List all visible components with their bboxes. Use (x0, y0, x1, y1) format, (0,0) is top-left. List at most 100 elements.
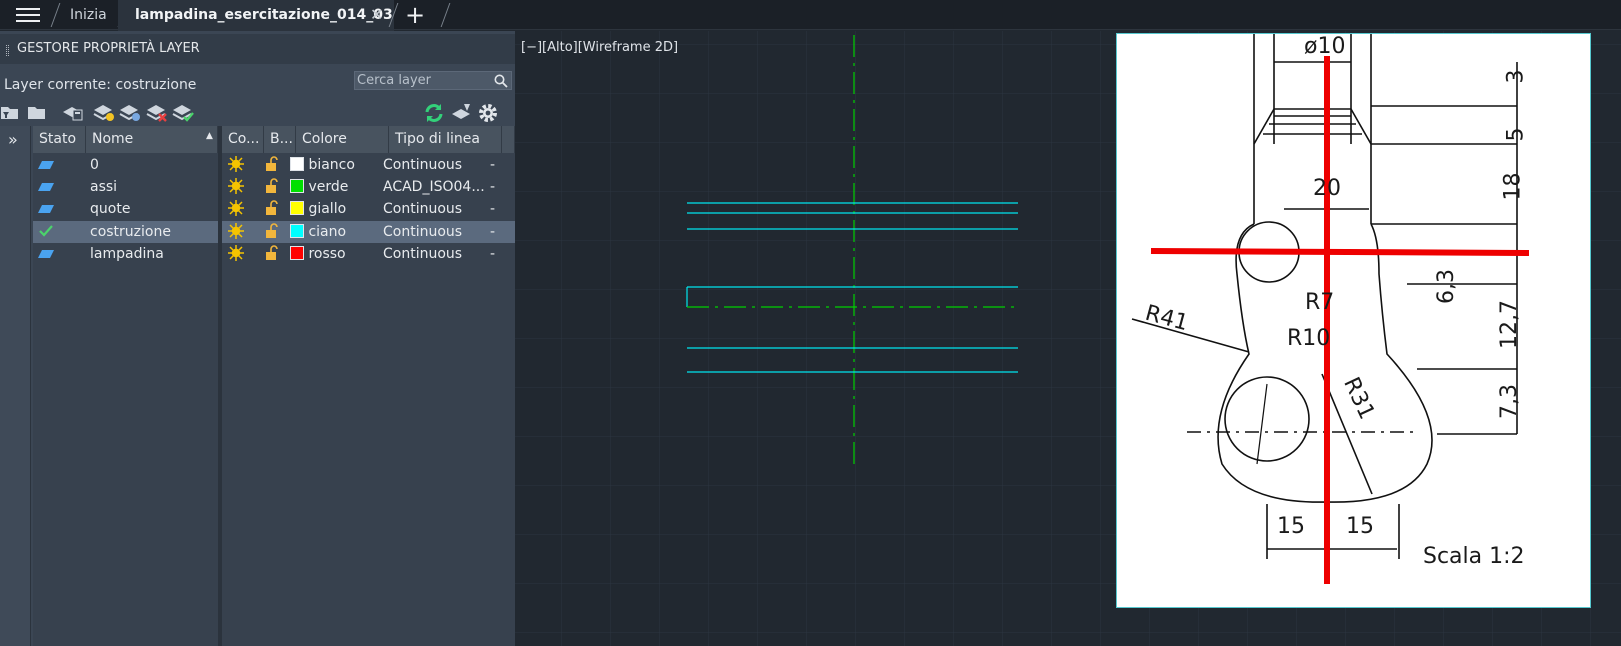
layer-color[interactable]: verde (290, 179, 348, 195)
dim-label: R7 (1305, 290, 1335, 315)
color-name: rosso (308, 246, 346, 262)
layer-status-icon (38, 250, 54, 258)
column-header-on[interactable]: Co... (222, 126, 264, 153)
layer-properties-row[interactable]: rosso Continuous - (222, 243, 515, 265)
layer-status-icon (38, 205, 54, 213)
column-header-colore[interactable]: Colore (296, 126, 389, 153)
search-icon[interactable] (494, 74, 508, 88)
layer-toolbar (0, 100, 515, 126)
new-layer-vp-frozen-icon[interactable] (119, 102, 141, 122)
layer-row[interactable]: quote (33, 198, 218, 220)
layer-row[interactable]: 0 (33, 154, 218, 176)
layer-color[interactable]: rosso (290, 246, 346, 262)
color-name: giallo (308, 201, 347, 217)
more-columns-indicator: - (490, 224, 496, 240)
dim-label: 18 (1500, 172, 1526, 201)
refresh-icon[interactable] (423, 102, 445, 124)
tab-bar: Inizia lampadina_esercitazione_014_03 ✕ … (0, 0, 1621, 31)
unlock-icon[interactable] (265, 156, 279, 172)
layer-on-sun-icon[interactable] (228, 245, 244, 261)
dim-label: 15 (1346, 514, 1374, 539)
layer-name: quote (90, 201, 131, 217)
more-columns-indicator: - (490, 179, 496, 195)
color-swatch (290, 224, 304, 238)
color-swatch (290, 246, 304, 260)
new-layer-icon[interactable] (93, 102, 115, 122)
layer-row[interactable]: costruzione (33, 221, 218, 243)
linetype[interactable]: Continuous (383, 157, 462, 173)
delete-layer-icon[interactable] (146, 102, 168, 122)
layer-row[interactable]: lampadina (33, 243, 218, 265)
color-name: bianco (308, 157, 355, 173)
unlock-icon[interactable] (265, 200, 279, 216)
linetype[interactable]: Continuous (383, 224, 462, 240)
unlock-icon[interactable] (265, 178, 279, 194)
linetype[interactable]: ACAD_ISO04... (383, 179, 485, 195)
layer-color[interactable]: giallo (290, 201, 346, 217)
current-layer-label: Layer corrente: costruzione (4, 77, 197, 93)
layer-settings-icon[interactable] (450, 102, 472, 124)
layer-properties-panel: GESTORE PROPRIETÀ LAYER Layer corrente: … (0, 31, 515, 646)
column-header-nome[interactable]: Nome ▲ (86, 126, 218, 153)
close-tab-icon[interactable]: ✕ (370, 5, 383, 24)
unlock-icon[interactable] (265, 223, 279, 239)
layer-color[interactable]: ciano (290, 224, 346, 240)
column-header-nome-label: Nome (92, 131, 134, 147)
tab-inizia[interactable]: Inizia (70, 7, 107, 23)
column-header-stato[interactable]: Stato (33, 126, 86, 153)
panel-grip-icon[interactable] (6, 45, 9, 56)
linetype[interactable]: Continuous (383, 246, 462, 262)
color-swatch (290, 179, 304, 193)
layer-on-sun-icon[interactable] (228, 223, 244, 239)
column-header-tipo-linea[interactable]: Tipo di linea (389, 126, 502, 153)
dim-label: 5 (1503, 127, 1529, 142)
linetype[interactable]: Continuous (383, 201, 462, 217)
more-columns-indicator: - (490, 157, 496, 173)
tab-active-drawing[interactable]: lampadina_esercitazione_014_03 ✕ (118, 0, 394, 31)
layer-color[interactable]: bianco (290, 157, 355, 173)
layer-row[interactable]: assi (33, 176, 218, 198)
reference-image[interactable]: ø10 3 5 18 20 R7 6,3 12,7 R41 R10 R31 7,… (1116, 33, 1591, 608)
layer-properties-row[interactable]: verde ACAD_ISO04... - (222, 176, 515, 198)
layer-list-area: » Stato Nome ▲ 0 assi quote costruzione lamp… (0, 126, 515, 646)
color-name: ciano (308, 224, 347, 240)
layer-on-sun-icon[interactable] (228, 156, 244, 172)
search-layer-input[interactable]: Cerca layer (354, 71, 512, 90)
new-group-filter-icon[interactable] (27, 102, 47, 122)
new-property-filter-icon[interactable] (0, 102, 20, 122)
layer-name: lampadina (90, 246, 164, 262)
dim-label: 6,3 (1434, 269, 1459, 304)
dim-label: 20 (1313, 176, 1341, 201)
current-layer-check-icon (39, 225, 53, 237)
color-swatch (290, 157, 304, 171)
expand-filters-icon[interactable]: » (8, 130, 18, 149)
layer-on-sun-icon[interactable] (228, 200, 244, 216)
layer-name: costruzione (90, 224, 171, 240)
red-horizontal-line (1150, 248, 1530, 256)
layer-names-pane: Stato Nome ▲ 0 assi quote costruzione lampad… (33, 126, 218, 646)
column-header-lock[interactable]: B... (264, 126, 296, 153)
layer-properties-row[interactable]: ciano Continuous - (222, 221, 515, 243)
viewport-controls-label[interactable]: [−][Alto][Wireframe 2D] (521, 40, 678, 55)
layer-on-sun-icon[interactable] (228, 178, 244, 194)
color-swatch (290, 201, 304, 215)
tab-separator (440, 3, 451, 27)
set-current-layer-icon[interactable] (172, 102, 194, 122)
layer-states-manager-icon[interactable] (62, 102, 84, 122)
panel-title-bar[interactable]: GESTORE PROPRIETÀ LAYER (0, 34, 515, 64)
dim-label: 7,3 (1497, 384, 1522, 419)
dim-label: 12,7 (1496, 300, 1522, 349)
gear-icon[interactable] (477, 102, 499, 124)
filter-tree-strip: » (0, 126, 31, 646)
dim-label: 15 (1277, 514, 1305, 539)
dim-label: R10 (1287, 326, 1331, 351)
layer-properties-row[interactable]: bianco Continuous - (222, 154, 515, 176)
layer-properties-row[interactable]: giallo Continuous - (222, 198, 515, 220)
new-tab-icon[interactable]: + (405, 1, 425, 29)
dim-label: 3 (1503, 69, 1529, 84)
column-header-more[interactable] (502, 126, 515, 153)
unlock-icon[interactable] (265, 245, 279, 261)
hamburger-menu-icon[interactable] (16, 5, 40, 25)
more-columns-indicator: - (490, 201, 496, 217)
search-placeholder: Cerca layer (357, 73, 431, 88)
